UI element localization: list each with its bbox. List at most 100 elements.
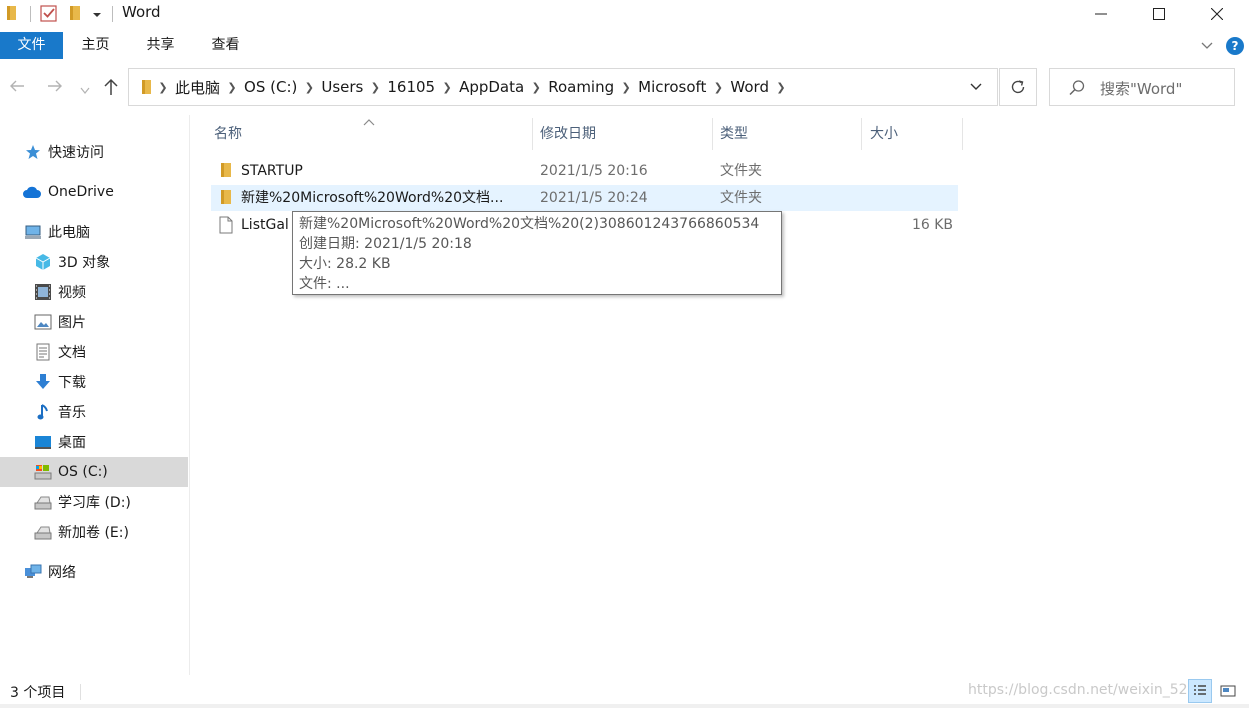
close-button[interactable] bbox=[1188, 0, 1246, 28]
chevron-right-icon[interactable]: ❯ bbox=[437, 69, 457, 105]
chevron-right-icon[interactable]: ❯ bbox=[365, 69, 385, 105]
breadcrumb-users[interactable]: Users bbox=[319, 78, 365, 96]
file-modified: 2021/1/5 20:16 bbox=[540, 163, 648, 179]
sidebar-item-documents[interactable]: 文档 bbox=[0, 337, 188, 367]
sidebar-item-quick-access[interactable]: 快速访问 bbox=[0, 137, 188, 167]
breadcrumb-word[interactable]: Word bbox=[728, 78, 771, 96]
navigation-pane: 快速访问 OneDrive 此电脑 3D 对象 视频 图片 文档 下载 音乐 桌… bbox=[0, 115, 189, 675]
file-tooltip: 新建%20Microsoft%20Word%20文档%20(2)30860124… bbox=[292, 211, 782, 295]
large-icons-view-button[interactable] bbox=[1216, 679, 1240, 703]
watermark-text: https://blog.csdn.net/weixin_52 bbox=[968, 682, 1188, 698]
sidebar-item-this-pc[interactable]: 此电脑 bbox=[0, 217, 188, 247]
window-bottom-edge bbox=[0, 704, 1249, 708]
back-arrow-icon[interactable] bbox=[8, 77, 26, 99]
tab-home[interactable]: 主页 bbox=[68, 32, 123, 59]
maximize-button[interactable] bbox=[1130, 0, 1188, 28]
folder-icon bbox=[219, 162, 233, 184]
breadcrumb-microsoft[interactable]: Microsoft bbox=[636, 78, 708, 96]
address-bar[interactable]: ❯ 此电脑 ❯ OS (C:) ❯ Users ❯ 16105 ❯ AppDat… bbox=[128, 68, 998, 106]
drive-icon bbox=[34, 523, 52, 541]
network-icon bbox=[24, 563, 42, 581]
chevron-right-icon[interactable]: ❯ bbox=[616, 69, 636, 105]
sidebar-item-network[interactable]: 网络 bbox=[0, 557, 188, 587]
sidebar-item-os-c[interactable]: OS (C:) bbox=[0, 457, 188, 487]
tab-share[interactable]: 共享 bbox=[133, 32, 188, 59]
document-icon bbox=[34, 343, 52, 361]
cube-icon bbox=[34, 253, 52, 271]
tab-file[interactable]: 文件 bbox=[0, 32, 63, 59]
new-folder-icon[interactable] bbox=[68, 4, 82, 26]
sidebar-item-music[interactable]: 音乐 bbox=[0, 397, 188, 427]
chevron-right-icon[interactable]: ❯ bbox=[526, 69, 546, 105]
up-arrow-icon[interactable] bbox=[102, 77, 120, 101]
expand-ribbon-icon[interactable] bbox=[1200, 38, 1214, 56]
column-header-name[interactable]: 名称 bbox=[214, 118, 529, 150]
sidebar-item-label: 下载 bbox=[58, 375, 86, 391]
column-header-modified[interactable]: 修改日期 bbox=[540, 118, 700, 150]
sidebar-item-label: 3D 对象 bbox=[58, 255, 111, 271]
forward-arrow-icon[interactable] bbox=[46, 77, 64, 99]
file-name: 新建%20Microsoft%20Word%20文档... bbox=[241, 190, 504, 206]
column-divider[interactable] bbox=[532, 118, 533, 150]
sidebar-item-desktop[interactable]: 桌面 bbox=[0, 427, 188, 457]
tooltip-size: 大小: 28.2 KB bbox=[299, 256, 391, 272]
column-divider[interactable] bbox=[712, 118, 713, 150]
window-title: Word bbox=[122, 3, 161, 21]
column-divider[interactable] bbox=[861, 118, 862, 150]
tab-view[interactable]: 查看 bbox=[198, 32, 253, 59]
breadcrumb-16105[interactable]: 16105 bbox=[385, 78, 437, 96]
minimize-button[interactable] bbox=[1072, 0, 1130, 28]
breadcrumb-this-pc[interactable]: 此电脑 bbox=[173, 77, 222, 98]
refresh-button[interactable] bbox=[999, 68, 1037, 106]
sidebar-item-label: OneDrive bbox=[48, 184, 114, 200]
help-button[interactable]: ? bbox=[1226, 37, 1244, 55]
folder-icon bbox=[219, 189, 233, 211]
sidebar-item-drive-e[interactable]: 新加卷 (E:) bbox=[0, 517, 188, 547]
breadcrumb-os-c[interactable]: OS (C:) bbox=[242, 78, 299, 96]
sidebar-item-label: 网络 bbox=[48, 565, 76, 581]
column-divider[interactable] bbox=[962, 118, 963, 150]
sidebar-item-downloads[interactable]: 下载 bbox=[0, 367, 188, 397]
minimize-icon bbox=[1095, 13, 1107, 15]
file-modified: 2021/1/5 20:24 bbox=[540, 190, 648, 206]
address-dropdown-icon[interactable] bbox=[969, 81, 983, 97]
file-row[interactable]: STARTUP 2021/1/5 20:16 文件夹 bbox=[211, 158, 958, 184]
sidebar-item-label: 新加卷 (E:) bbox=[58, 525, 129, 541]
sidebar-item-videos[interactable]: 视频 bbox=[0, 277, 188, 307]
sidebar-item-label: OS (C:) bbox=[58, 464, 108, 480]
sidebar-item-3d-objects[interactable]: 3D 对象 bbox=[0, 247, 188, 277]
drive-icon bbox=[34, 463, 52, 481]
file-size bbox=[871, 185, 953, 211]
breadcrumb-appdata[interactable]: AppData bbox=[457, 78, 526, 96]
column-header-type[interactable]: 类型 bbox=[720, 118, 850, 150]
details-view-icon bbox=[1194, 685, 1206, 695]
tooltip-created: 创建日期: 2021/1/5 20:18 bbox=[299, 236, 472, 252]
details-view-button[interactable] bbox=[1188, 679, 1212, 703]
search-box[interactable]: 搜索"Word" bbox=[1049, 68, 1235, 106]
sidebar-item-label: 学习库 (D:) bbox=[58, 495, 131, 511]
sidebar-item-onedrive[interactable]: OneDrive bbox=[0, 177, 188, 207]
file-size bbox=[871, 158, 953, 184]
file-row[interactable]: 新建%20Microsoft%20Word%20文档... 2021/1/5 2… bbox=[211, 185, 958, 211]
title-bar: Word bbox=[0, 0, 1249, 28]
close-icon bbox=[1211, 8, 1223, 20]
folder-icon[interactable] bbox=[6, 4, 18, 26]
thumbnail-view-icon bbox=[1220, 685, 1236, 697]
sidebar-item-label: 图片 bbox=[58, 315, 86, 331]
properties-icon[interactable] bbox=[40, 4, 58, 26]
chevron-right-icon[interactable]: ❯ bbox=[153, 69, 173, 105]
chevron-right-icon[interactable]: ❯ bbox=[771, 69, 791, 105]
customize-toolbar-icon[interactable] bbox=[92, 8, 102, 24]
chevron-right-icon[interactable]: ❯ bbox=[708, 69, 728, 105]
sidebar-item-pictures[interactable]: 图片 bbox=[0, 307, 188, 337]
recent-locations-icon[interactable] bbox=[80, 83, 90, 99]
breadcrumb-roaming[interactable]: Roaming bbox=[546, 78, 616, 96]
pane-divider[interactable] bbox=[189, 115, 190, 675]
status-separator bbox=[80, 684, 81, 700]
sidebar-item-drive-d[interactable]: 学习库 (D:) bbox=[0, 487, 188, 517]
chevron-right-icon[interactable]: ❯ bbox=[222, 69, 242, 105]
file-size: 16 KB bbox=[911, 217, 953, 233]
chevron-right-icon[interactable]: ❯ bbox=[299, 69, 319, 105]
column-header-size[interactable]: 大小 bbox=[870, 118, 950, 150]
title-separator bbox=[112, 6, 113, 22]
